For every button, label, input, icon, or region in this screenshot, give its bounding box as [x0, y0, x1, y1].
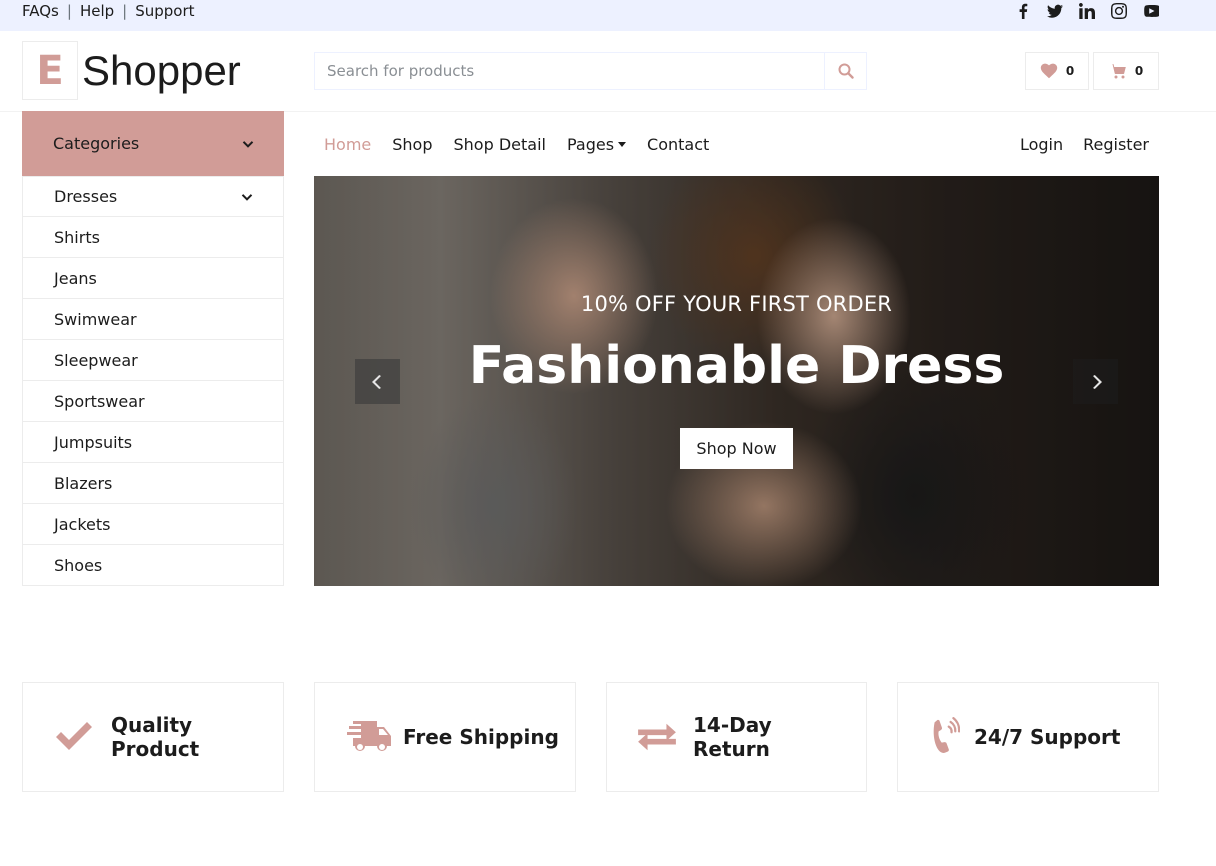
- hero-carousel: 10% OFF YOUR FIRST ORDER Fashionable Dre…: [314, 176, 1159, 586]
- category-label: Shirts: [54, 227, 100, 247]
- category-item-sportswear[interactable]: Sportswear: [23, 380, 283, 421]
- cart-icon: [1109, 64, 1126, 79]
- chevron-down-icon: [242, 140, 254, 148]
- help-link[interactable]: Help: [80, 2, 114, 20]
- category-label: Jumpsuits: [54, 432, 133, 452]
- search-input[interactable]: [315, 53, 824, 89]
- register-link[interactable]: Register: [1083, 135, 1149, 154]
- auth-links: Login Register: [1020, 131, 1149, 157]
- category-label: Dresses: [54, 187, 118, 206]
- category-item-jumpsuits[interactable]: Jumpsuits: [23, 421, 283, 462]
- shop-now-button[interactable]: Shop Now: [680, 428, 793, 469]
- separator: |: [122, 2, 128, 20]
- separator: |: [66, 2, 72, 20]
- category-item-shirts[interactable]: Shirts: [23, 216, 283, 257]
- categories-list: Dresses Shirts Jeans Swimwear Sleepwear …: [22, 176, 284, 586]
- check-icon: [56, 722, 92, 750]
- chevron-left-icon: [371, 374, 381, 389]
- category-label: Blazers: [54, 473, 113, 493]
- phone-icon: [933, 717, 960, 753]
- logo-letter: E: [36, 47, 64, 94]
- feature-label: 14-Day Return: [693, 713, 772, 761]
- feature-label-line2: Return: [693, 737, 770, 761]
- heart-icon: [1040, 63, 1058, 79]
- carousel-next-button[interactable]: [1073, 359, 1118, 404]
- logo-box[interactable]: E: [22, 41, 78, 100]
- twitter-icon[interactable]: [1047, 3, 1063, 19]
- feature-label: Free Shipping: [403, 725, 559, 749]
- wishlist-count: 0: [1065, 64, 1075, 78]
- search-bar: [314, 52, 867, 90]
- logo-text[interactable]: Shopper: [82, 44, 241, 98]
- chevron-down-icon: [241, 193, 253, 201]
- category-item-swimwear[interactable]: Swimwear: [23, 298, 283, 339]
- topbar-links: FAQs | Help | Support: [22, 0, 195, 22]
- search-button[interactable]: [824, 53, 866, 89]
- categories-title: Categories: [53, 134, 140, 153]
- feature-label-line1: Quality: [111, 713, 193, 737]
- category-item-jeans[interactable]: Jeans: [23, 257, 283, 298]
- feature-label-line2: Product: [111, 737, 200, 761]
- category-label: Sportswear: [54, 391, 145, 411]
- feature-quality: Quality Product: [22, 682, 284, 792]
- chevron-right-icon: [1092, 374, 1102, 389]
- login-link[interactable]: Login: [1020, 135, 1063, 154]
- category-label: Jeans: [54, 268, 97, 288]
- cart-button[interactable]: 0: [1093, 52, 1159, 90]
- hero-caption: 10% OFF YOUR FIRST ORDER Fashionable Dre…: [314, 176, 1159, 586]
- nav-pages[interactable]: Pages: [566, 134, 627, 154]
- faqs-link[interactable]: FAQs: [22, 2, 59, 20]
- category-item-sleepwear[interactable]: Sleepwear: [23, 339, 283, 380]
- exchange-icon: [638, 723, 676, 751]
- feature-shipping: Free Shipping: [314, 682, 576, 792]
- search-icon: [838, 63, 854, 79]
- category-item-blazers[interactable]: Blazers: [23, 462, 283, 503]
- nav-shop-detail[interactable]: Shop Detail: [454, 135, 546, 154]
- feature-return: 14-Day Return: [606, 682, 867, 792]
- category-item-shoes[interactable]: Shoes: [23, 544, 283, 585]
- feature-label-line1: 14-Day: [693, 713, 772, 737]
- instagram-icon[interactable]: [1111, 3, 1127, 19]
- main-nav: Home Shop Shop Detail Pages Contact: [324, 131, 730, 157]
- hero-subtitle: 10% OFF YOUR FIRST ORDER: [580, 292, 893, 316]
- nav-contact[interactable]: Contact: [647, 135, 709, 154]
- category-item-dresses[interactable]: Dresses: [23, 176, 283, 216]
- hero-title: Fashionable Dress: [468, 336, 1005, 396]
- nav-home[interactable]: Home: [324, 135, 371, 154]
- carousel-prev-button[interactable]: [355, 359, 400, 404]
- shipping-icon: [347, 721, 391, 751]
- feature-support: 24/7 Support: [897, 682, 1159, 792]
- facebook-icon[interactable]: [1015, 3, 1031, 19]
- category-item-jackets[interactable]: Jackets: [23, 503, 283, 544]
- caret-down-icon: [618, 141, 627, 147]
- feature-label: Quality Product: [111, 713, 199, 761]
- categories-toggle[interactable]: Categories: [22, 111, 284, 176]
- youtube-icon[interactable]: [1143, 3, 1159, 19]
- social-links: [1015, 1, 1159, 21]
- nav-shop[interactable]: Shop: [392, 135, 432, 154]
- category-label: Swimwear: [54, 309, 137, 329]
- nav-pages-label: Pages: [566, 134, 615, 154]
- wishlist-button[interactable]: 0: [1025, 52, 1089, 90]
- topbar: FAQs | Help | Support: [0, 0, 1216, 31]
- feature-label: 24/7 Support: [974, 725, 1121, 749]
- support-link[interactable]: Support: [135, 2, 194, 20]
- category-label: Jackets: [54, 514, 111, 534]
- category-label: Shoes: [54, 555, 103, 575]
- linkedin-icon[interactable]: [1079, 3, 1095, 19]
- category-label: Sleepwear: [54, 350, 138, 370]
- cart-count: 0: [1134, 64, 1144, 78]
